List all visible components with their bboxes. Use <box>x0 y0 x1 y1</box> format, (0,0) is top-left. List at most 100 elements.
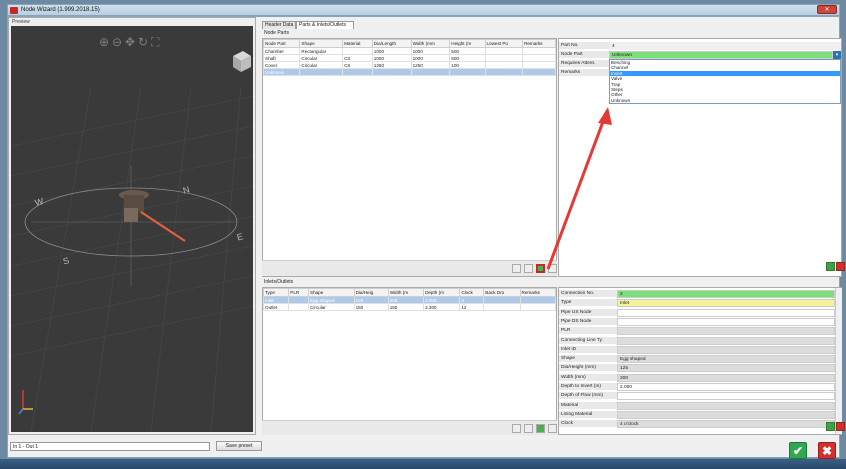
column-header[interactable]: PLR <box>288 288 309 297</box>
property-value[interactable]: 125 <box>617 364 835 373</box>
table-cell: 2.000 <box>423 296 461 304</box>
move-up-icon[interactable] <box>512 264 521 273</box>
property-row: Connecting Line Ty <box>559 336 835 345</box>
close-icon[interactable] <box>836 262 845 271</box>
table-cell: 125 <box>353 296 389 304</box>
property-label: Pipe DS Node <box>559 317 617 326</box>
dropdown-option[interactable]: Unknown <box>610 98 840 103</box>
window-close-button[interactable]: ✕ <box>817 5 837 14</box>
table-cell: Unknown <box>262 68 301 76</box>
property-value[interactable]: Inlet <box>617 299 835 308</box>
part-no-label: Part No. <box>559 42 609 50</box>
add-connection-button[interactable] <box>536 424 545 433</box>
node-part-select[interactable]: Unknown <box>609 51 833 59</box>
scene-canvas <box>11 51 253 432</box>
column-header[interactable]: Lowest Po <box>484 39 524 48</box>
column-header[interactable]: Clock <box>459 288 485 297</box>
inlets-outlets-grid[interactable]: Type PLR Shape Dia/Heig Width (m Depth (m Cloc… <box>262 287 557 435</box>
column-header[interactable]: Depth (m <box>423 288 461 297</box>
table-cell <box>522 54 556 62</box>
table-cell: CS <box>342 54 373 62</box>
table-header-row: Type PLR Shape Dia/Heig Width (m Depth (m Cloc… <box>262 288 557 297</box>
column-header[interactable]: Height (m <box>449 39 486 48</box>
table-row[interactable]: Shaft Circular CS 1000 1000 500 <box>262 54 556 62</box>
view-cube[interactable] <box>233 51 251 72</box>
table-row[interactable]: Outlet Circular 150 150 2.300 12 <box>262 303 557 311</box>
table-cell <box>288 303 309 311</box>
property-label: Lining Material <box>559 410 617 419</box>
property-value[interactable]: 2.000 <box>617 383 835 391</box>
property-row: Dia/Height (mm) 125 <box>559 364 835 373</box>
table-cell: 150 <box>387 303 425 311</box>
requires-attention-label: Requires Attent. <box>559 60 609 68</box>
property-value[interactable] <box>617 410 835 419</box>
tab-header-data[interactable]: Header Data <box>262 21 296 29</box>
column-header[interactable]: Dia/Length <box>371 39 412 48</box>
column-header[interactable]: Shape <box>299 39 344 48</box>
table-row[interactable]: Chamber Rectangular 1000 1000 500 <box>262 47 556 55</box>
table-cell <box>410 68 451 76</box>
list-icon[interactable] <box>524 424 533 433</box>
column-header[interactable]: Width (m <box>387 288 425 297</box>
property-value[interactable] <box>617 336 835 345</box>
column-header[interactable]: Shape <box>308 288 355 297</box>
inlets-outlets-table[interactable]: Type PLR Shape Dia/Heig Width (m Depth (m Cloc… <box>262 288 557 311</box>
move-up-icon[interactable] <box>512 424 521 433</box>
spreadsheet-icon[interactable] <box>826 422 835 431</box>
connection-properties-panel: Connection No. 2 Type Inlet Pipe US Node Pipe… <box>558 287 842 435</box>
property-label: Clock <box>559 420 617 429</box>
node-parts-table[interactable]: Node Part Shape Material Dia/Length Width (m… <box>262 39 556 76</box>
delete-connection-button[interactable] <box>548 424 557 433</box>
property-label: Material <box>559 401 617 410</box>
property-value[interactable]: 200 <box>617 373 835 382</box>
table-cell: 2.300 <box>423 303 461 311</box>
column-header[interactable]: Remarks <box>519 288 557 297</box>
node-parts-grid[interactable]: Node Part Shape Material Dia/Length Width (m… <box>262 38 557 277</box>
properties-scrollbar[interactable] <box>835 288 842 434</box>
table-cell: Rectangular <box>299 47 344 55</box>
node-part-label: Node Part <box>559 51 609 59</box>
table-cell <box>342 47 373 55</box>
tab-parts-inlets[interactable]: Parts & Inlets/Outlets <box>296 21 354 29</box>
table-cell: 4 <box>459 296 485 304</box>
chevron-down-icon[interactable]: ▾ <box>833 51 841 59</box>
table-cell: Circular <box>299 54 344 62</box>
preview-viewport[interactable]: ⊕ ⊖ ✥ ↻ ⛶ W N E S <box>11 26 253 432</box>
column-header[interactable]: Remarks <box>522 39 556 48</box>
cancel-button[interactable]: ✖ <box>818 442 836 459</box>
table-cell: 12 <box>459 303 485 311</box>
table-row[interactable]: Inlet Egg shaped 125 200 2.000 4 <box>262 296 557 304</box>
property-value[interactable]: 2 <box>617 290 835 298</box>
property-value[interactable] <box>617 392 835 401</box>
property-label: Depth of Flow (mm) <box>559 392 617 401</box>
property-row: Width (mm) 200 <box>559 373 835 382</box>
node-part-dropdown-list[interactable]: Benching Channel Insert Valve Trap Steps Other… <box>609 59 841 104</box>
close-icon[interactable] <box>836 422 845 431</box>
column-header[interactable]: Dia/Heig <box>353 288 389 297</box>
property-label: Connecting Line Ty <box>559 336 617 345</box>
property-value[interactable] <box>617 317 835 326</box>
property-value[interactable] <box>617 327 835 336</box>
part-no-value: 4 <box>609 42 841 50</box>
column-header[interactable]: Width (mm <box>410 39 451 48</box>
table-cell: 1000 <box>410 54 451 62</box>
property-value[interactable] <box>617 308 835 317</box>
table-cell <box>483 296 521 304</box>
column-header[interactable]: Material <box>342 39 373 48</box>
table-row[interactable]: Unknown <box>262 68 556 76</box>
table-row[interactable]: Cover Circular CS 1250 1250 100 <box>262 61 556 69</box>
property-value[interactable]: 4 o'clock <box>617 420 835 429</box>
table-cell: 1250 <box>371 61 412 69</box>
column-header[interactable]: Node Part <box>262 39 301 48</box>
property-label: PLR <box>559 327 617 336</box>
spreadsheet-icon[interactable] <box>826 262 835 271</box>
property-value[interactable] <box>617 401 835 410</box>
property-row: Pipe US Node <box>559 308 835 317</box>
column-header[interactable]: Type <box>262 288 290 297</box>
property-value[interactable]: Egg shaped <box>617 355 835 364</box>
confirm-button[interactable]: ✔ <box>789 442 807 459</box>
table-cell: Outlet <box>262 303 290 311</box>
column-header[interactable]: Back Dro <box>483 288 521 297</box>
property-value[interactable] <box>617 345 835 354</box>
save-preset-button[interactable]: Save preset <box>216 441 262 451</box>
